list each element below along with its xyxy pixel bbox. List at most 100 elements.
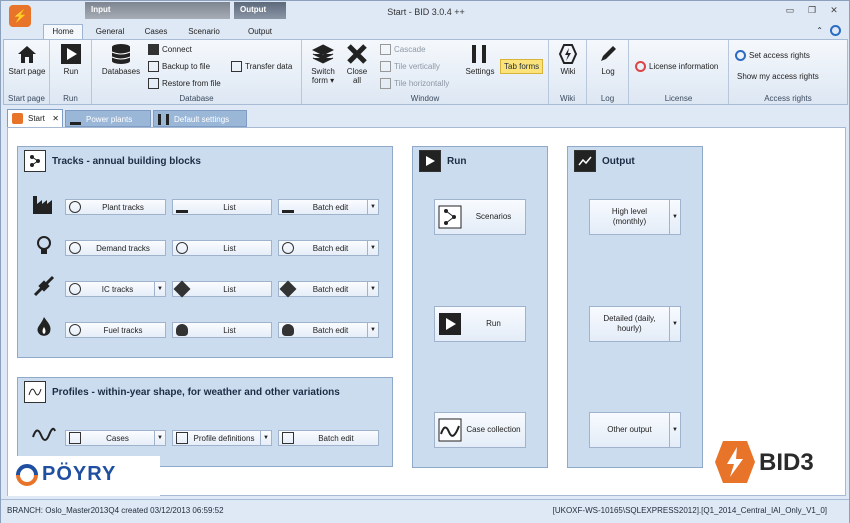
settings-button[interactable]: Settings [462, 43, 498, 76]
dropdown-arrow-icon[interactable]: ▼ [260, 431, 271, 445]
dropdown-arrow-icon[interactable]: ▼ [669, 413, 680, 447]
tile-horizontal-icon [380, 78, 391, 89]
group-access-rights: Set access rights Show my access rights … [729, 40, 847, 104]
group-database: Databases Connect Backup to file Restore… [92, 40, 302, 104]
run-main-button[interactable]: Run [434, 306, 526, 342]
group-log: Log Log [587, 40, 629, 104]
doc-tab-start[interactable]: Start ✕ [7, 109, 63, 127]
tracks-icon [24, 150, 46, 172]
ribbon-collapse-icon[interactable]: ⌃ [816, 26, 823, 35]
group-start-page: Start page Start page [4, 40, 50, 104]
bid3-logo: BID3 [711, 437, 841, 487]
chart-icon [574, 150, 596, 172]
detailed-button[interactable]: Detailed (daily, hourly) ▼ [589, 306, 681, 342]
dropdown-arrow-icon[interactable]: ▼ [367, 241, 378, 255]
tile-vertically-button[interactable]: Tile vertically [380, 61, 440, 72]
log-button[interactable]: Log [591, 43, 625, 76]
plug-small-icon [173, 280, 191, 298]
run-button[interactable]: Run [54, 43, 88, 76]
tab-cases[interactable]: Cases [137, 25, 175, 39]
demand-tracks-batch-edit[interactable]: Batch edit ▼ [278, 240, 379, 256]
demand-tracks-list-button[interactable]: List [172, 240, 272, 256]
restore-icon[interactable]: ❐ [805, 5, 819, 16]
start-page-button[interactable]: Start page [8, 43, 46, 76]
profile-batch-edit-button[interactable]: Batch edit [278, 430, 379, 446]
dropdown-arrow-icon[interactable]: ▼ [154, 431, 165, 445]
profile-wave-icon [24, 381, 46, 403]
wiki-button[interactable]: Wiki [553, 43, 583, 76]
restore-icon [148, 78, 159, 89]
doc-tab-start-label: Start [28, 114, 45, 123]
fuel-tracks-list-button[interactable]: List [172, 322, 272, 338]
ic-batch-label: Batch edit [312, 284, 349, 294]
flame-icon [37, 317, 51, 336]
tab-output[interactable]: Output [238, 25, 282, 39]
close-icon[interactable]: ✕ [827, 5, 841, 16]
fuel-tracks-button[interactable]: Fuel tracks [65, 322, 166, 338]
title-bar: ⚡ Input Output Start - BID 3.0.4 ++ ▭ ❐ … [1, 1, 849, 27]
flame-small-icon [282, 324, 294, 336]
plant-tracks-list-button[interactable]: List [172, 199, 272, 215]
dropdown-arrow-icon[interactable]: ▼ [669, 307, 680, 341]
other-output-button[interactable]: Other output ▼ [589, 412, 681, 448]
profile-definitions-button[interactable]: Profile definitions ▼ [172, 430, 272, 446]
close-all-button[interactable]: Close all [342, 43, 372, 85]
dropdown-arrow-icon[interactable]: ▼ [367, 323, 378, 337]
doc-tab-default-settings[interactable]: Default settings [153, 110, 247, 127]
databases-button[interactable]: Databases [98, 43, 144, 76]
group-window: Switch form ▾ Close all Cascade Tile ver… [302, 40, 549, 104]
restore-button[interactable]: Restore from file [148, 78, 221, 89]
scenarios-label: Scenarios [475, 212, 512, 221]
profiles-title: Profiles - within-year shape, for weathe… [52, 386, 340, 398]
close-tab-icon[interactable]: ✕ [52, 110, 59, 127]
high-level-button[interactable]: High level (monthly) ▼ [589, 199, 681, 235]
backup-button[interactable]: Backup to file [148, 61, 210, 72]
set-access-label: Set access rights [749, 51, 810, 60]
window-controls: ▭ ❐ ✕ [783, 5, 841, 16]
switch-form-button[interactable]: Switch form ▾ [306, 43, 340, 85]
plant-tracks-button[interactable]: Plant tracks [65, 199, 166, 215]
tab-home[interactable]: Home [43, 24, 83, 40]
set-access-rights-button[interactable]: Set access rights [735, 50, 810, 61]
start-page-label: Start page [8, 67, 46, 76]
ribbon: Start page Start page Run Run Databases … [3, 39, 848, 105]
case-collection-button[interactable]: Case collection [434, 412, 526, 448]
refresh-icon[interactable] [830, 25, 841, 36]
tab-general[interactable]: General [89, 25, 131, 39]
plant-tracks-batch-edit[interactable]: Batch edit ▼ [278, 199, 379, 215]
flame-small-icon [176, 324, 188, 336]
transfer-label: Transfer data [245, 62, 293, 71]
group-label-wiki: Wiki [559, 94, 576, 103]
fuel-tracks-batch-edit[interactable]: Batch edit ▼ [278, 322, 379, 338]
window-title: Start - BID 3.0.4 ++ [387, 7, 465, 17]
x-icon [347, 44, 367, 64]
status-connection: [UKOXF-WS-10165\SQLEXPRESS2012].[Q1_2014… [552, 506, 827, 515]
doc-tab-power-plants[interactable]: Power plants [65, 110, 151, 127]
tile-vertical-icon [380, 61, 391, 72]
transfer-data-button[interactable]: Transfer data [231, 61, 292, 72]
demand-tracks-button[interactable]: Demand tracks [65, 240, 166, 256]
license-info-button[interactable]: License information [635, 61, 718, 72]
ic-tracks-batch-edit[interactable]: Batch edit ▼ [278, 280, 379, 298]
tile-horizontally-button[interactable]: Tile horizontally [380, 78, 449, 89]
dropdown-arrow-icon[interactable]: ▼ [367, 200, 378, 214]
profile-cases-button[interactable]: Cases ▼ [65, 430, 166, 446]
cascade-button[interactable]: Cascade [380, 44, 426, 55]
plug-icon [33, 275, 55, 297]
ic-tracks-button[interactable]: IC tracks ▼ [65, 281, 166, 297]
ic-tracks-list-button[interactable]: List [172, 280, 272, 298]
dropdown-arrow-icon[interactable]: ▼ [367, 282, 378, 296]
dropdown-arrow-icon[interactable]: ▼ [669, 200, 680, 234]
tab-scenario[interactable]: Scenario [181, 25, 227, 39]
wave-icon [32, 427, 56, 441]
show-access-rights-button[interactable]: Show my access rights [737, 72, 819, 81]
connect-button[interactable]: Connect [148, 44, 192, 55]
tab-forms-button[interactable]: Tab forms [500, 59, 544, 74]
tile-vertical-label: Tile vertically [394, 62, 440, 71]
tracks-panel: Tracks - annual building blocks Plant tr… [17, 146, 393, 358]
minimize-icon[interactable]: ▭ [783, 5, 797, 16]
high-level-label: High level (monthly) [611, 207, 648, 226]
dropdown-arrow-icon[interactable]: ▼ [154, 282, 165, 296]
home-icon [18, 46, 36, 63]
scenarios-button[interactable]: Scenarios [434, 199, 526, 235]
